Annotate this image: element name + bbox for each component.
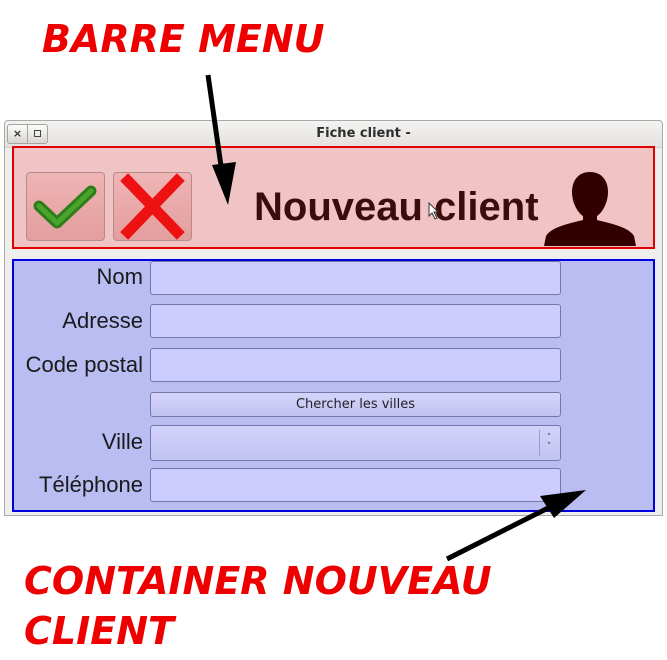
mouse-cursor-icon: [428, 202, 440, 220]
select-separator: [539, 430, 540, 456]
label-adresse: Adresse: [62, 308, 143, 333]
title-bar: × Fiche client -: [5, 121, 662, 148]
annotation-container: CONTAINER NOUVEAU CLIENT: [24, 556, 492, 656]
checkmark-icon: [33, 185, 97, 229]
code-postal-input[interactable]: [150, 348, 561, 382]
label-ville: Ville: [101, 429, 143, 454]
adresse-input[interactable]: [150, 304, 561, 338]
validate-button[interactable]: [26, 172, 105, 241]
telephone-input[interactable]: [150, 468, 561, 502]
annotation-menu-bar: BARRE MENU: [42, 14, 325, 64]
new-client-container: Nom Adresse Code postal Chercher les vil…: [12, 259, 655, 512]
annotation-container-line2: CLIENT: [24, 609, 174, 653]
label-nom: Nom: [96, 264, 143, 289]
search-cities-button[interactable]: Chercher les villes: [150, 392, 561, 417]
window-title: Fiche client -: [316, 126, 411, 141]
select-arrows-icon: ˄ ˅: [543, 426, 555, 460]
user-silhouette-icon: [544, 172, 636, 246]
annotation-container-line1: CONTAINER NOUVEAU: [24, 559, 492, 603]
page-title: Nouveau client: [254, 185, 539, 229]
ville-select[interactable]: ˄ ˅: [150, 425, 561, 461]
cross-icon: [120, 173, 185, 240]
nom-input[interactable]: [150, 261, 561, 295]
page: BARRE MENU × Fiche client - Nouveau clie…: [0, 0, 667, 660]
application-window: × Fiche client - Nouveau client Nom Adre…: [4, 120, 663, 516]
annotation-menu-bar-text: BARRE MENU: [42, 17, 325, 61]
label-telephone: Téléphone: [39, 472, 143, 497]
cancel-button[interactable]: [113, 172, 192, 241]
label-code-postal: Code postal: [25, 352, 143, 377]
arrow-down-icon: ˅: [546, 442, 552, 452]
menu-bar: Nouveau client: [12, 146, 655, 249]
